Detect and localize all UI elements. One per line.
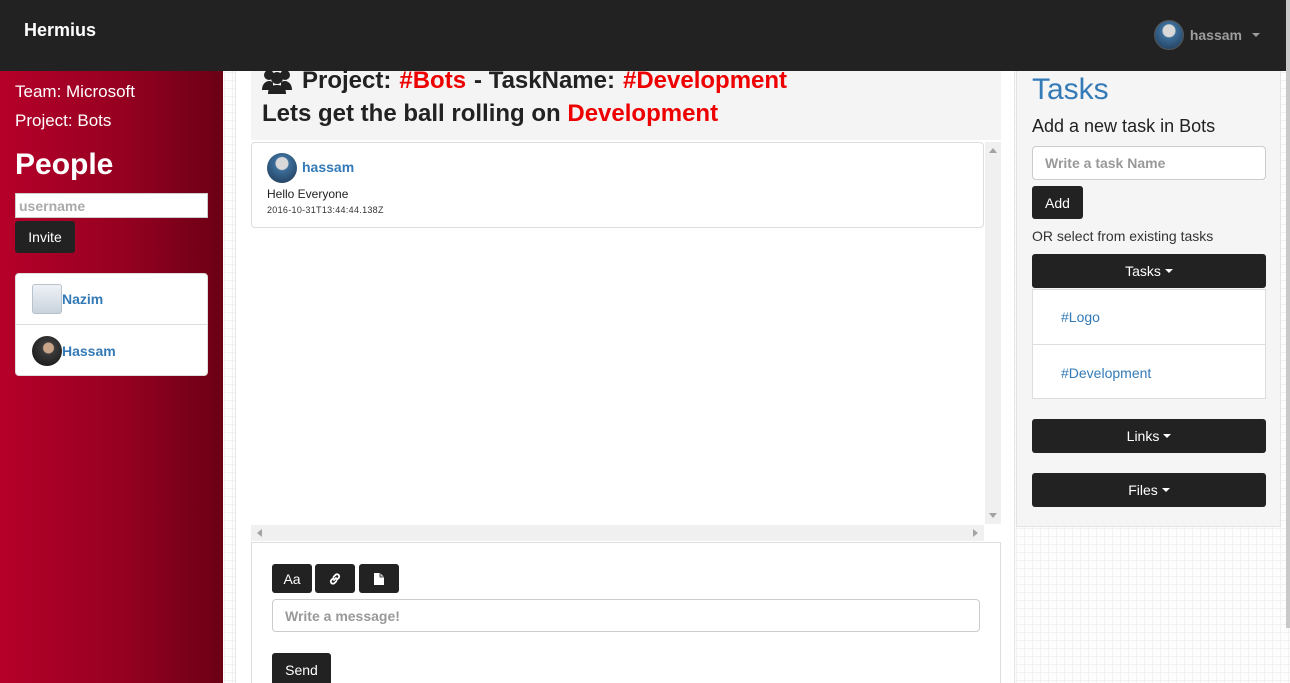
caret-down-icon xyxy=(1163,434,1172,438)
link-icon xyxy=(329,572,341,585)
avatar xyxy=(32,335,62,366)
files-dropdown-label: Files xyxy=(1128,482,1158,498)
caret-down-icon xyxy=(1252,33,1260,37)
tasks-dropdown-label: Tasks xyxy=(1125,263,1161,279)
person-item-nazim[interactable]: Nazim xyxy=(16,274,207,325)
scroll-down-icon[interactable] xyxy=(989,513,997,518)
avatar xyxy=(1153,20,1184,50)
scroll-right-icon[interactable] xyxy=(973,529,978,537)
top-navbar: Hermius hassam xyxy=(0,0,1286,71)
task-item-logo[interactable]: #Logo xyxy=(1033,290,1265,345)
team-label: Team: Microsoft xyxy=(15,82,135,101)
links-dropdown-label: Links xyxy=(1126,428,1160,444)
message-list[interactable]: hassam Hello Everyone 2016-10-31T13:44:4… xyxy=(251,142,1001,524)
task-item-development[interactable]: #Development xyxy=(1033,345,1265,400)
user-menu[interactable]: hassam xyxy=(1153,20,1260,50)
tasks-heading: Tasks xyxy=(1032,73,1109,106)
avatar xyxy=(32,284,62,314)
page-title: Project: #Bots - TaskName: #Development xyxy=(260,67,787,95)
files-dropdown[interactable]: Files xyxy=(1032,473,1266,507)
avatar xyxy=(267,153,297,183)
sidebar: Team: Microsoft Project: Bots People Inv… xyxy=(0,71,223,683)
message-author[interactable]: hassam xyxy=(302,159,354,175)
user-name: hassam xyxy=(1189,27,1242,43)
task-list: #Logo #Development xyxy=(1032,289,1266,399)
page-subtitle: Lets get the ball rolling on Development xyxy=(262,100,718,128)
brand-logo[interactable]: Hermius xyxy=(24,20,96,41)
existing-tasks-label: OR select from existing tasks xyxy=(1032,228,1214,244)
project-label: Project: Bots xyxy=(15,111,112,130)
tasks-dropdown[interactable]: Tasks xyxy=(1032,254,1266,288)
add-task-button[interactable]: Add xyxy=(1032,186,1083,219)
project-tag: #Bots xyxy=(399,67,467,94)
person-item-hassam[interactable]: Hassam xyxy=(16,325,207,375)
scroll-up-icon[interactable] xyxy=(989,148,997,153)
chat-column: Project: #Bots - TaskName: #Development … xyxy=(235,67,1015,683)
message-composer: Aa Send xyxy=(251,542,1001,683)
task-tag: #Development xyxy=(623,67,788,94)
person-name[interactable]: Nazim xyxy=(62,291,103,307)
project-prefix: Project: xyxy=(302,67,392,94)
file-icon xyxy=(374,572,384,585)
task-prefix: - TaskName: xyxy=(474,67,615,94)
message-card: hassam Hello Everyone 2016-10-31T13:44:4… xyxy=(251,142,984,228)
invite-username-input[interactable] xyxy=(15,193,208,218)
message-timestamp: 2016-10-31T13:44:44.138Z xyxy=(267,205,384,215)
chat-header: Project: #Bots - TaskName: #Development … xyxy=(251,67,1001,140)
users-icon xyxy=(262,70,292,94)
tasks-subheading: Add a new task in Bots xyxy=(1032,116,1216,136)
subtitle-prefix: Lets get the ball rolling on xyxy=(262,100,561,127)
task-name-input[interactable] xyxy=(1032,146,1266,180)
links-dropdown[interactable]: Links xyxy=(1032,419,1266,453)
message-input[interactable] xyxy=(272,599,980,632)
caret-down-icon xyxy=(1164,269,1173,273)
page-scrollbar[interactable] xyxy=(1286,0,1290,628)
invite-button[interactable]: Invite xyxy=(15,221,75,253)
vertical-scrollbar[interactable] xyxy=(985,142,1001,524)
scroll-left-icon[interactable] xyxy=(257,529,262,537)
attach-link-button[interactable] xyxy=(315,564,355,593)
subtitle-task: Development xyxy=(567,100,719,127)
format-text-button[interactable]: Aa xyxy=(272,564,312,593)
tasks-panel: Tasks Add a new task in Bots Add OR sele… xyxy=(1016,71,1281,527)
send-button[interactable]: Send xyxy=(272,653,331,683)
attach-file-button[interactable] xyxy=(359,564,399,593)
message-text: Hello Everyone xyxy=(267,187,349,201)
person-name[interactable]: Hassam xyxy=(62,343,116,359)
people-list: Nazim Hassam xyxy=(15,273,208,376)
people-heading: People xyxy=(15,148,114,181)
horizontal-scrollbar[interactable] xyxy=(251,525,984,541)
caret-down-icon xyxy=(1161,488,1170,492)
